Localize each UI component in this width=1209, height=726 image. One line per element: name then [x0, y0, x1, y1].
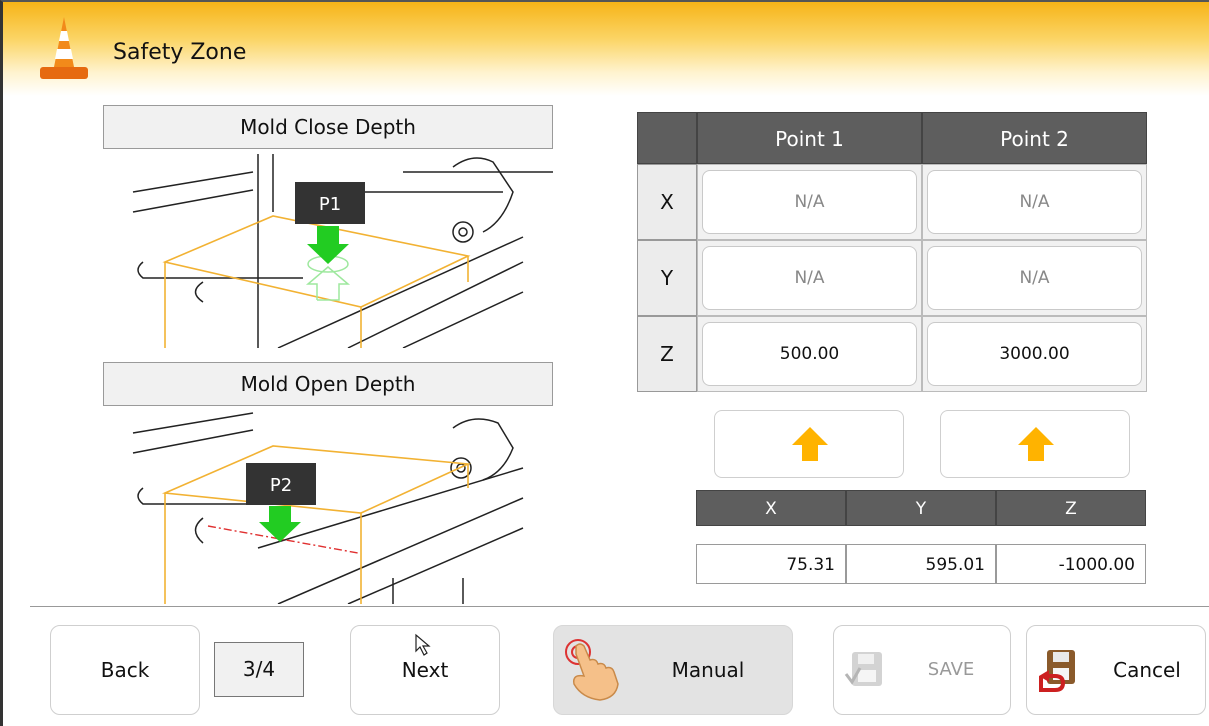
points-table-corner	[637, 112, 697, 164]
mold-open-illustration: P2	[103, 408, 553, 604]
set-point-2-button[interactable]	[940, 410, 1130, 478]
save-disk-icon	[844, 652, 882, 686]
mold-close-depth-label: Mold Close Depth	[103, 105, 553, 149]
save-button[interactable]: SAVE	[833, 625, 1011, 715]
manual-button-label: Manual	[671, 658, 745, 682]
page-title: Safety Zone	[113, 40, 247, 65]
position-x-value: 75.31	[696, 544, 846, 584]
page-indicator: 3/4	[214, 642, 304, 697]
title-bar: Safety Zone	[0, 0, 1209, 96]
cancel-undo-icon	[1039, 650, 1075, 692]
p2-marker-label: P2	[270, 475, 292, 496]
up-arrow-icon	[1018, 427, 1054, 461]
traffic-cone-icon	[40, 17, 88, 79]
mouse-cursor-icon	[415, 633, 431, 656]
p1-marker-label: P1	[319, 194, 341, 215]
point-2-x-field[interactable]: N/A	[927, 170, 1142, 234]
position-y-header: Y	[846, 490, 996, 526]
axis-z-label: Z	[637, 316, 697, 392]
point-1-header: Point 1	[697, 112, 922, 164]
point-2-y-field[interactable]: N/A	[927, 246, 1142, 310]
window-frame	[0, 96, 3, 726]
point-1-x-field[interactable]: N/A	[702, 170, 917, 234]
hand-touch-icon	[565, 639, 619, 701]
manual-button[interactable]: Manual	[553, 625, 793, 715]
point-2-header: Point 2	[922, 112, 1147, 164]
position-z-header: Z	[996, 490, 1146, 526]
axis-y-label: Y	[637, 240, 697, 316]
mold-close-illustration: P1	[103, 152, 553, 348]
set-point-1-button[interactable]	[714, 410, 904, 478]
position-z-value: -1000.00	[996, 544, 1146, 584]
point-2-z-field[interactable]: 3000.00	[927, 322, 1142, 386]
up-arrow-icon	[792, 427, 828, 461]
back-button[interactable]: Back	[50, 625, 200, 715]
footer-divider	[30, 606, 1209, 607]
cancel-button[interactable]: Cancel	[1026, 625, 1206, 715]
cancel-button-label: Cancel	[1113, 658, 1181, 682]
position-x-header: X	[696, 490, 846, 526]
point-1-y-field[interactable]: N/A	[702, 246, 917, 310]
point-1-z-field[interactable]: 500.00	[702, 322, 917, 386]
next-button-label: Next	[401, 658, 449, 682]
save-button-label: SAVE	[927, 659, 975, 680]
mold-open-depth-label: Mold Open Depth	[103, 362, 553, 406]
axis-x-label: X	[637, 164, 697, 240]
position-y-value: 595.01	[846, 544, 996, 584]
back-button-label: Back	[100, 658, 150, 682]
